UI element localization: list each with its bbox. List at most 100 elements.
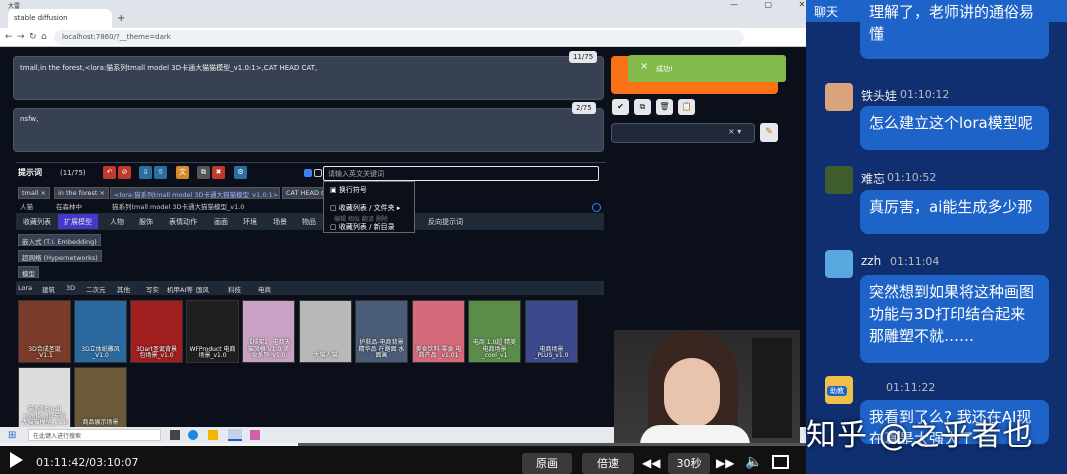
- model-card[interactable]: 猫系列tmall model 3D卡通大猫猫模型_v1.0: [18, 367, 71, 430]
- lora-tag[interactable]: 写实: [146, 284, 159, 294]
- tab-items[interactable]: 物品: [296, 214, 322, 229]
- newline-icon: ▣: [330, 186, 339, 194]
- check-icon[interactable]: ✔: [612, 99, 629, 115]
- tag-models[interactable]: 模型: [18, 266, 39, 278]
- copy-icon[interactable]: ⧉: [634, 99, 651, 115]
- import-icon[interactable]: ⇩: [139, 166, 152, 179]
- skip-30s-button[interactable]: 30秒: [668, 453, 710, 474]
- browser-tab[interactable]: stable diffusion: [8, 9, 112, 28]
- taskview-icon[interactable]: [170, 430, 180, 440]
- positive-prompt-textarea[interactable]: tmall,in the forest,<lora:猫系列tmall model…: [13, 56, 604, 100]
- delete-icon[interactable]: ✖: [212, 166, 225, 179]
- tab-extension-models[interactable]: 扩展模型: [58, 214, 98, 229]
- tab-composition[interactable]: 画面: [208, 214, 234, 229]
- new-folder-icon: ▢: [330, 223, 339, 231]
- menu-item-favorites-new[interactable]: ▢ 收藏列表 / 新目录: [330, 222, 395, 232]
- prompt-chip[interactable]: tmall ×: [18, 187, 50, 199]
- edge-icon[interactable]: [188, 430, 198, 440]
- quality-button[interactable]: 原画: [522, 453, 572, 474]
- negative-prompt-textarea[interactable]: nsfw,: [13, 108, 604, 152]
- tab-people[interactable]: 人物: [104, 214, 130, 229]
- clear-icon[interactable]: ×: [728, 127, 735, 136]
- chair: [752, 338, 792, 438]
- model-card-label: WFProduct 电商场景_v1.0: [189, 345, 236, 360]
- positive-prompt-text: tmall,in the forest,<lora:猫系列tmall model…: [20, 64, 318, 72]
- style-select[interactable]: × ▾: [611, 123, 755, 143]
- lora-tag[interactable]: 建筑: [42, 284, 55, 294]
- tab-scenes[interactable]: 场景: [267, 214, 293, 229]
- tag-hypernetworks[interactable]: 超网络 (Hypernetworks): [18, 250, 102, 262]
- forward-icon[interactable]: →: [17, 32, 25, 42]
- tab-negative-prompt[interactable]: 反向提示词: [422, 214, 469, 229]
- zhihu-watermark: 知乎 @之乎者也: [806, 418, 1034, 453]
- context-menu: ▣ 换行符号 ▢ 收藏列表 / 文件夹 ▸ ▢ 收藏列表 / 新目录 编辑 相似…: [323, 181, 415, 233]
- toast-close-icon[interactable]: ×: [640, 61, 648, 72]
- menu-item-newline[interactable]: ▣ 换行符号: [330, 185, 367, 195]
- lora-tag[interactable]: 其他: [117, 284, 130, 294]
- play-icon[interactable]: [10, 452, 23, 468]
- app-taskbar-icon[interactable]: [250, 430, 260, 440]
- export-icon[interactable]: ⇧: [154, 166, 167, 179]
- menu-item-favorites-folder[interactable]: ▢ 收藏列表 / 文件夹 ▸: [330, 203, 400, 213]
- chat-bubble: 真厉害，ai能生成多少那: [860, 190, 1049, 234]
- forward-icon[interactable]: ▶▶: [716, 456, 734, 470]
- rewind-icon[interactable]: ◀◀: [642, 456, 660, 470]
- checkbox-icon[interactable]: [314, 169, 322, 177]
- pencil-icon[interactable]: ✎: [760, 123, 778, 142]
- model-card-label: 【核实】 电商天猫风格 V1.0 美妆系列_v1.0: [246, 339, 291, 360]
- lora-tag[interactable]: 科技: [228, 284, 241, 294]
- trash-icon[interactable]: 🗑: [656, 99, 673, 115]
- lora-tag[interactable]: 机甲AI等: [167, 284, 193, 294]
- model-card[interactable]: 大猫人猫: [299, 300, 352, 363]
- explorer-icon[interactable]: [208, 430, 218, 440]
- translate-icon[interactable]: 文: [176, 166, 189, 179]
- keyword-input[interactable]: 请输入英文关键词: [323, 166, 599, 181]
- model-card[interactable]: 3D合成圣诞_V1.1: [18, 300, 71, 363]
- clipboard-icon[interactable]: 📋: [678, 99, 695, 115]
- avatar: [825, 250, 853, 278]
- tab-favorites[interactable]: 收藏列表: [17, 214, 57, 229]
- windows-start-icon[interactable]: ⊞: [8, 430, 16, 441]
- chevron-down-icon: ▾: [737, 127, 742, 136]
- new-tab-icon[interactable]: +: [117, 13, 125, 24]
- model-card[interactable]: WFProduct 电商场景_v1.0: [186, 300, 239, 363]
- model-card[interactable]: 商品展示场景: [74, 367, 127, 430]
- model-card[interactable]: 电商 1.0超 精美电商场景_cool_v1: [468, 300, 521, 363]
- model-card[interactable]: 美食饮料 零食 电商产品 _v1.01: [412, 300, 465, 363]
- divider: [16, 162, 606, 163]
- tag-embedding[interactable]: 嵌入式 (T.I. Embedding): [18, 234, 101, 246]
- tab-environment[interactable]: 环境: [237, 214, 263, 229]
- prompt-chip[interactable]: <lora:猫系列tmall model 3D卡通大猫猫模型_v1.0:1> ×: [110, 187, 280, 199]
- prompt-chip[interactable]: in the forest ×: [54, 187, 109, 199]
- model-card[interactable]: 3D立体纸雕风_V1.0: [74, 300, 127, 363]
- tab-expressions[interactable]: 表情动作: [163, 214, 203, 229]
- url-input[interactable]: localhost:7860/?__theme=dark: [54, 30, 744, 45]
- model-card-label: 美食饮料 零食 电商产品 _v1.01: [415, 345, 462, 360]
- lora-tag[interactable]: 3D: [66, 284, 75, 292]
- speed-button[interactable]: 倍速: [582, 453, 634, 474]
- collapse-icon[interactable]: [592, 203, 601, 212]
- taskbar-search[interactable]: 在此键入进行搜索: [28, 429, 161, 441]
- model-card[interactable]: 3Dart圣诞背景 包场景_v1.0: [130, 300, 183, 363]
- lora-tag[interactable]: 二次元: [86, 284, 106, 294]
- window-controls[interactable]: — ▢ ✕: [730, 0, 817, 9]
- tab-clothing[interactable]: 服饰: [133, 214, 159, 229]
- chrome-taskbar-icon[interactable]: [228, 429, 242, 441]
- reload-icon[interactable]: ↻: [29, 32, 37, 42]
- volume-icon[interactable]: 🔈: [745, 454, 762, 470]
- copy-prompt-icon[interactable]: ⧉: [197, 166, 210, 179]
- checkbox-icon[interactable]: [304, 169, 312, 177]
- back-icon[interactable]: ←: [5, 32, 13, 42]
- clear-all-icon[interactable]: ⊘: [118, 166, 131, 179]
- fullscreen-icon[interactable]: [772, 455, 789, 469]
- lora-tag[interactable]: 电商: [258, 284, 271, 294]
- model-card[interactable]: 护肤品-电商背景 精华品 在路面 水面画: [355, 300, 408, 363]
- lora-tag[interactable]: Lora: [18, 284, 32, 292]
- model-card[interactable]: 电商场景_PLUS_v1.0: [525, 300, 578, 363]
- model-card[interactable]: 【核实】 电商天猫风格 V1.0 美妆系列_v1.0: [242, 300, 295, 363]
- settings-icon[interactable]: ⚙: [234, 166, 247, 179]
- home-icon[interactable]: ⌂: [41, 32, 47, 42]
- lora-tag[interactable]: 国风: [196, 284, 209, 294]
- avatar: [825, 166, 853, 194]
- undo-icon[interactable]: ↶: [103, 166, 116, 179]
